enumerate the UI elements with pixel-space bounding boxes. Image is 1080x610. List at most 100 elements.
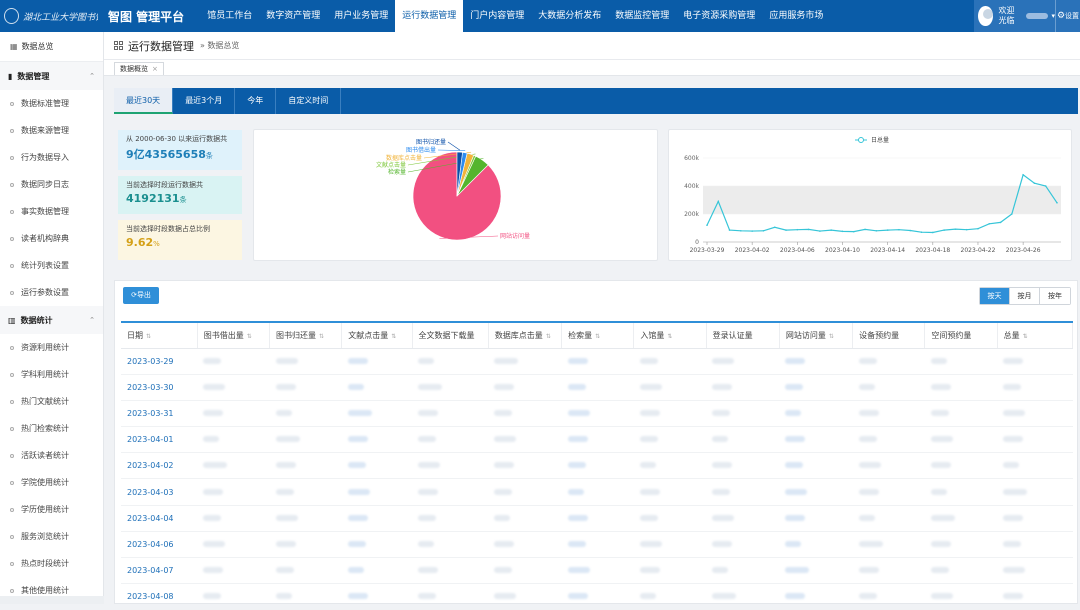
granularity-option-0[interactable]: 按天	[980, 288, 1010, 304]
data-point[interactable]	[920, 231, 923, 233]
sidebar-item[interactable]: 数据来源管理	[0, 117, 103, 144]
table-row[interactable]: 2023-04-02	[121, 452, 1073, 480]
data-point[interactable]	[864, 228, 866, 231]
data-point[interactable]	[740, 230, 742, 232]
data-point[interactable]	[954, 228, 957, 230]
data-point[interactable]	[796, 228, 799, 231]
column-header[interactable]: 日期 ⇅	[121, 321, 198, 349]
period-tab-0[interactable]: 最近30天	[114, 88, 174, 114]
data-point[interactable]	[819, 230, 821, 232]
column-header[interactable]: 文献点击量 ⇅	[341, 321, 413, 349]
table-row[interactable]: 2023-04-04	[121, 505, 1073, 532]
nav-item-3[interactable]: 运行数据管理	[395, 0, 464, 32]
data-point[interactable]	[999, 221, 1002, 224]
sort-icon[interactable]: ⇅	[247, 333, 252, 340]
sidebar-item[interactable]: 事实数据管理	[0, 198, 103, 225]
data-point[interactable]	[717, 200, 720, 203]
nav-item-7[interactable]: 电子资源采购管理	[676, 0, 762, 32]
sidebar-item[interactable]: 学科利用统计	[0, 361, 103, 388]
sidebar-item[interactable]: 读者机构辞典	[0, 225, 103, 252]
sidebar-item[interactable]: 数据标准管理	[0, 90, 103, 117]
data-point[interactable]	[728, 229, 731, 231]
sidebar-group-1[interactable]: ▥ 数据统计 ⌃	[0, 306, 103, 334]
export-button[interactable]: ⟳导出	[123, 287, 159, 304]
data-point[interactable]	[965, 228, 968, 231]
data-point[interactable]	[1022, 174, 1024, 176]
sidebar-item[interactable]: 运行参数设置	[0, 279, 103, 306]
sidebar-item[interactable]: 活跃读者统计	[0, 442, 103, 469]
table-row[interactable]: 2023-04-01	[121, 426, 1073, 454]
data-point[interactable]	[932, 231, 934, 234]
sidebar-item[interactable]: 学院使用统计	[0, 469, 103, 496]
sidebar-scrollbar[interactable]	[0, 596, 104, 604]
data-point[interactable]	[977, 227, 979, 230]
nav-item-0[interactable]: 馆员工作台	[200, 0, 259, 32]
column-header[interactable]: 网站访问量 ⇅	[779, 321, 854, 349]
sidebar-item[interactable]: 热点时段统计	[0, 550, 103, 577]
data-point[interactable]	[807, 228, 810, 231]
data-point[interactable]	[762, 230, 765, 232]
user-menu[interactable]: 欢迎光临 ▾	[974, 0, 1056, 32]
data-point[interactable]	[1056, 202, 1058, 204]
sidebar-item[interactable]: 行为数据导入	[0, 144, 103, 171]
sidebar-item[interactable]: 热门检索统计	[0, 415, 103, 442]
sort-icon[interactable]: ⇅	[1023, 333, 1028, 340]
tab-data-overview[interactable]: 数据概览 ×	[114, 62, 164, 75]
column-header[interactable]: 总量 ⇅	[997, 321, 1074, 349]
column-header[interactable]: 图书借出量 ⇅	[197, 321, 271, 349]
legend-label[interactable]: 日总量	[871, 136, 889, 144]
data-point[interactable]	[1044, 185, 1047, 187]
sort-icon[interactable]: ⇅	[546, 333, 551, 340]
sidebar-item[interactable]: 资源利用统计	[0, 334, 103, 361]
data-point[interactable]	[875, 230, 878, 232]
data-point[interactable]	[898, 228, 900, 231]
data-point[interactable]	[886, 229, 889, 231]
column-header[interactable]: 图书归还量 ⇅	[269, 321, 343, 349]
table-row[interactable]: 2023-04-06	[121, 531, 1073, 559]
table-row[interactable]: 2023-03-30	[121, 374, 1073, 401]
column-header[interactable]: 数据库点击量 ⇅	[488, 321, 563, 349]
nav-item-8[interactable]: 应用服务市场	[762, 0, 830, 32]
settings-button[interactable]: ⚙ 设置	[1056, 0, 1080, 32]
data-point[interactable]	[706, 224, 708, 226]
close-icon[interactable]: ×	[152, 65, 158, 73]
sort-icon[interactable]: ⇅	[391, 333, 396, 340]
table-row[interactable]: 2023-04-08	[121, 583, 1073, 610]
data-point[interactable]	[830, 229, 832, 231]
column-header[interactable]: 入馆量 ⇅	[633, 321, 707, 349]
data-point[interactable]	[773, 226, 776, 229]
data-point[interactable]	[785, 229, 787, 231]
data-point[interactable]	[909, 229, 912, 232]
sort-icon[interactable]: ⇅	[595, 333, 600, 340]
table-row[interactable]: 2023-03-31	[121, 400, 1073, 428]
granularity-option-1[interactable]: 按月	[1010, 288, 1040, 304]
data-point[interactable]	[1033, 182, 1036, 184]
sort-icon[interactable]: ⇅	[829, 333, 834, 340]
sort-icon[interactable]: ⇅	[146, 333, 151, 340]
table-row[interactable]: 2023-04-03	[121, 478, 1073, 506]
data-point[interactable]	[1011, 213, 1013, 215]
period-tab-2[interactable]: 今年	[235, 88, 277, 114]
period-tab-3[interactable]: 自定义时间	[276, 88, 342, 114]
nav-item-5[interactable]: 大数据分析发布	[531, 0, 608, 32]
sidebar-item[interactable]: 学历使用统计	[0, 496, 103, 523]
data-point[interactable]	[841, 230, 844, 233]
nav-item-4[interactable]: 门户内容管理	[463, 0, 531, 32]
sidebar-item[interactable]: 数据同步日志	[0, 171, 103, 198]
nav-item-1[interactable]: 数字资产管理	[259, 0, 327, 32]
sidebar-item[interactable]: 统计列表设置	[0, 252, 103, 279]
sidebar-item-overview[interactable]: ▦ 数据总览	[0, 32, 103, 62]
data-point[interactable]	[852, 230, 855, 233]
column-header[interactable]: 检索量 ⇅	[561, 321, 635, 349]
library-logo[interactable]: 湖北工业大学图书馆	[0, 0, 98, 32]
granularity-option-2[interactable]: 按年	[1040, 288, 1070, 304]
data-point[interactable]	[988, 223, 991, 225]
data-point[interactable]	[943, 229, 945, 231]
data-point[interactable]	[751, 230, 753, 232]
sort-icon[interactable]: ⇅	[319, 333, 324, 340]
sidebar-item[interactable]: 服务浏览统计	[0, 523, 103, 550]
period-tab-1[interactable]: 最近3个月	[173, 88, 236, 114]
sidebar-item[interactable]: 热门文献统计	[0, 388, 103, 415]
sort-icon[interactable]: ⇅	[667, 333, 672, 340]
nav-item-6[interactable]: 数据监控管理	[608, 0, 676, 32]
